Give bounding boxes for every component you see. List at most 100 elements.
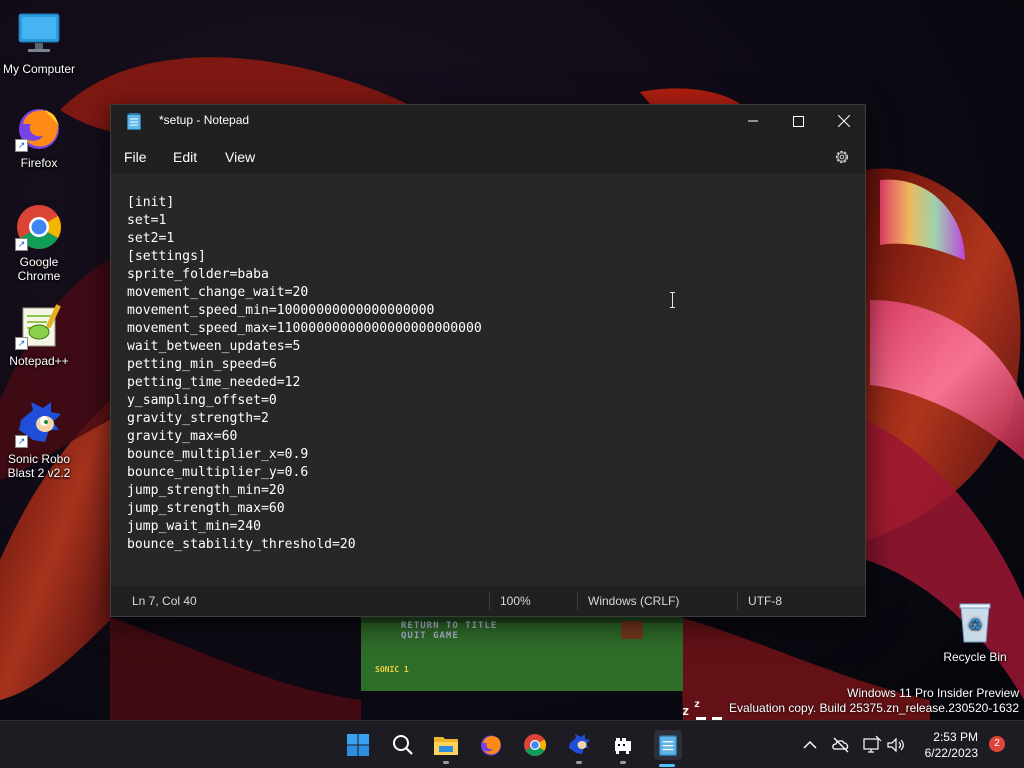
- search-icon: [393, 735, 413, 755]
- window-title: *setup - Notepad: [159, 113, 250, 127]
- running-indicator: [620, 761, 626, 764]
- taskbar-file-explorer[interactable]: [433, 732, 459, 764]
- notepad-icon: [659, 735, 677, 756]
- file-explorer-icon: [434, 737, 458, 755]
- text-line: [init]: [127, 195, 175, 210]
- chrome-icon: [524, 734, 546, 756]
- text-line: bounce_multiplier_y=0.6: [127, 465, 309, 480]
- evaluation-watermark: Windows 11 Pro Insider Preview Evaluatio…: [729, 686, 1019, 716]
- svg-text:z: z: [682, 704, 689, 718]
- desktop-icon-chrome[interactable]: ↗ Google Chrome: [1, 203, 77, 283]
- close-icon: [838, 115, 850, 127]
- game-menu-quit: QUIT GAME: [401, 631, 459, 641]
- svg-text:♻: ♻: [968, 615, 982, 634]
- status-divider: [577, 592, 578, 610]
- volume-icon[interactable]: [886, 735, 906, 755]
- shortcut-arrow-icon: ↗: [15, 238, 28, 251]
- desktop-icon-label: Recycle Bin: [943, 650, 1007, 664]
- status-zoom[interactable]: 100%: [500, 594, 531, 608]
- text-line: sprite_folder=baba: [127, 267, 269, 282]
- text-line: [settings]: [127, 249, 206, 264]
- taskbar-chrome[interactable]: [522, 732, 548, 758]
- text-line: y_sampling_offset=0: [127, 393, 277, 408]
- text-line: movement_speed_min=10000000000000000000: [127, 303, 435, 318]
- notepad-window[interactable]: *setup - Notepad File Edit View [init] s…: [110, 104, 866, 617]
- settings-gear-icon[interactable]: [833, 148, 851, 166]
- text-line: petting_min_speed=6: [127, 357, 277, 372]
- start-button[interactable]: [345, 732, 371, 758]
- sonic-icon: [569, 734, 590, 754]
- svg-text:z: z: [694, 699, 700, 710]
- chevron-up-icon[interactable]: [800, 735, 820, 755]
- text-line: bounce_stability_threshold=20: [127, 537, 356, 552]
- text-line: movement_change_wait=20: [127, 285, 309, 300]
- network-icon[interactable]: [862, 735, 882, 755]
- search-button[interactable]: [390, 732, 416, 758]
- desktop-icon-label: Sonic Robo Blast 2 v2.2: [7, 452, 71, 480]
- shortcut-arrow-icon: ↗: [15, 139, 28, 152]
- desktop-icon-notepadpp[interactable]: ↗ Notepad++: [1, 302, 77, 368]
- sonic-icon: ↗: [15, 400, 63, 448]
- status-divider: [737, 592, 738, 610]
- text-editor[interactable]: [init] set=1 set2=1 [settings] sprite_fo…: [111, 175, 865, 587]
- shortcut-arrow-icon: ↗: [15, 337, 28, 350]
- recycle-bin-icon: ♻: [951, 598, 999, 646]
- status-bar: Ln 7, Col 40 100% Windows (CRLF) UTF-8: [111, 586, 865, 616]
- game-window-preview[interactable]: RETURN TO TITLE QUIT GAME SONIC 1: [361, 617, 683, 691]
- text-cursor-icon: [670, 292, 675, 308]
- menu-file[interactable]: File: [124, 149, 147, 165]
- status-encoding[interactable]: UTF-8: [748, 594, 782, 608]
- maximize-icon: [792, 115, 804, 127]
- game-menu-return: RETURN TO TITLE: [401, 621, 498, 631]
- life-name: SONIC: [375, 665, 400, 674]
- notification-badge[interactable]: 2: [989, 736, 1005, 752]
- desktop-icon-sonic[interactable]: ↗ Sonic Robo Blast 2 v2.2: [1, 400, 77, 480]
- notepadpp-icon: ↗: [15, 302, 63, 350]
- text-line: jump_strength_max=60: [127, 501, 285, 516]
- running-indicator: [576, 761, 582, 764]
- minimize-button[interactable]: [730, 105, 776, 137]
- clock-time: 2:53 PM: [933, 730, 978, 744]
- desktop-icon-label: Google Chrome: [17, 255, 61, 283]
- text-line: movement_speed_max=110000000000000000000…: [127, 321, 482, 336]
- text-line: wait_between_updates=5: [127, 339, 301, 354]
- status-divider: [489, 592, 490, 610]
- watermark-edition: Windows 11 Pro Insider Preview: [847, 686, 1019, 700]
- minimize-icon: [748, 120, 758, 122]
- taskbar-firefox[interactable]: [478, 732, 504, 758]
- desktop-icon-firefox[interactable]: ↗ Firefox: [1, 104, 77, 170]
- firefox-icon: ↗: [15, 104, 63, 152]
- game-life-counter: SONIC 1: [375, 665, 409, 674]
- active-indicator: [659, 764, 675, 767]
- text-line: set2=1: [127, 231, 175, 246]
- maximize-button[interactable]: [775, 105, 821, 137]
- menu-bar: File Edit View: [111, 137, 865, 175]
- taskbar-pet-app[interactable]: [610, 732, 636, 764]
- chrome-icon: ↗: [15, 203, 63, 251]
- title-bar[interactable]: *setup - Notepad: [111, 105, 865, 137]
- taskbar-sonic[interactable]: [566, 732, 592, 764]
- notepad-icon: [127, 113, 141, 130]
- taskbar-notepad[interactable]: [654, 730, 682, 767]
- firefox-icon: [481, 735, 501, 756]
- desktop-icon-my-computer[interactable]: My Computer: [1, 10, 77, 76]
- desktop-icon-recycle-bin[interactable]: ♻ Recycle Bin: [937, 598, 1013, 664]
- watermark-build: Evaluation copy. Build 25375.zn_release.…: [729, 701, 1019, 715]
- status-line-ending[interactable]: Windows (CRLF): [588, 594, 679, 608]
- system-clock[interactable]: 2:53 PM 6/22/2023: [925, 729, 978, 761]
- desktop-icon-label: My Computer: [2, 62, 76, 76]
- text-line: gravity_max=60: [127, 429, 238, 444]
- taskbar: 2:53 PM 6/22/2023 2: [0, 720, 1024, 768]
- menu-edit[interactable]: Edit: [173, 149, 197, 165]
- running-indicator: [443, 761, 449, 764]
- desktop-icon-label: Notepad++: [9, 354, 69, 368]
- start-icon: [347, 734, 369, 756]
- status-cursor-position: Ln 7, Col 40: [132, 594, 197, 608]
- clock-date: 6/22/2023: [924, 746, 978, 760]
- text-line: gravity_strength=2: [127, 411, 269, 426]
- close-button[interactable]: [821, 105, 867, 137]
- onedrive-offline-icon[interactable]: [831, 735, 851, 755]
- menu-view[interactable]: View: [225, 149, 255, 165]
- text-line: jump_wait_min=240: [127, 519, 262, 534]
- pet-app-icon: [615, 738, 631, 754]
